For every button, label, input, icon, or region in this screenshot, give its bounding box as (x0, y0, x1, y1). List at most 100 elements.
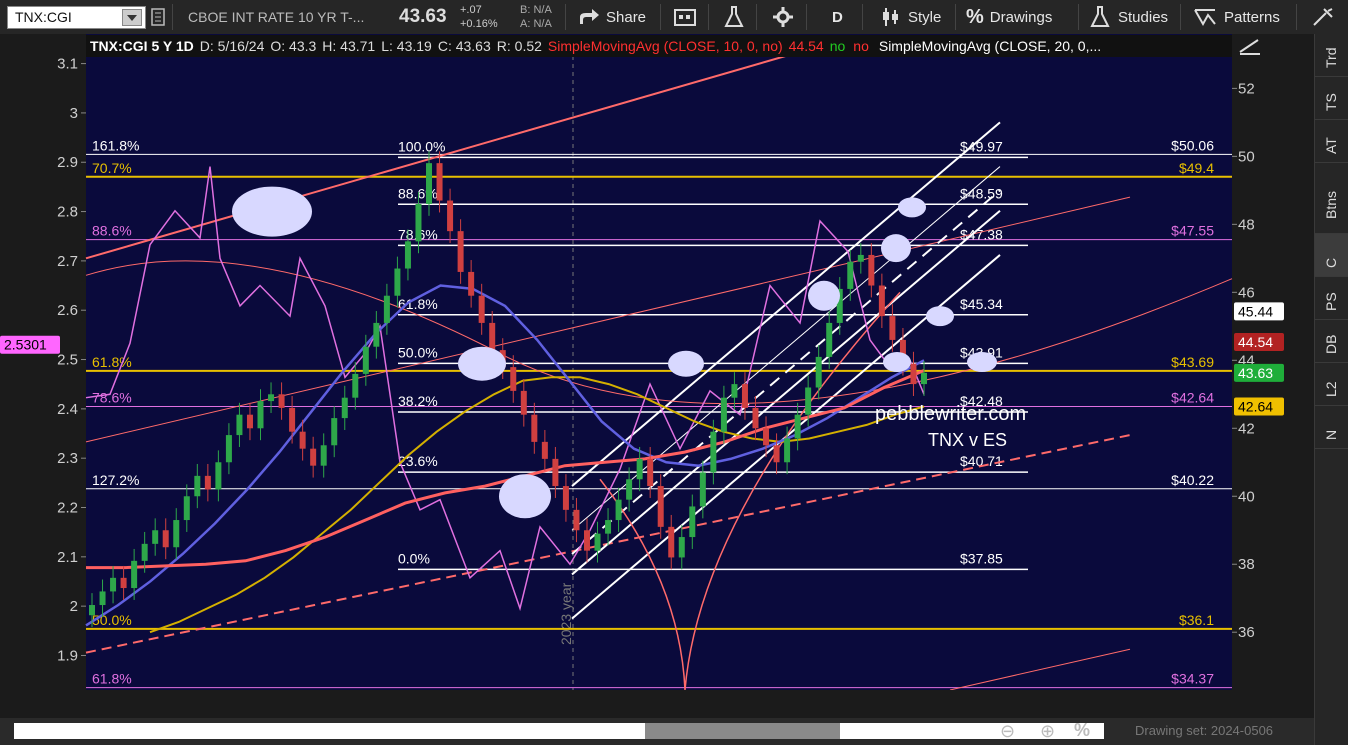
right-axis-tick-label: 50 (1238, 148, 1255, 165)
left-axis-tick-label: 2.4 (57, 401, 78, 418)
candle-body (320, 445, 327, 466)
price-tag-label: 43.63 (1238, 365, 1273, 381)
candle-body (436, 163, 443, 201)
side-btn-label: N (1323, 429, 1339, 440)
percent-zoom-icon[interactable]: % (1074, 720, 1090, 741)
candle-body (689, 506, 696, 538)
left-axis-tick-label: 2.1 (57, 549, 78, 566)
candle-body (225, 435, 232, 463)
side-btn-l2[interactable]: L2 (1315, 363, 1348, 406)
fib-extension-price: $43.69 (1171, 354, 1214, 370)
candle-body (383, 295, 390, 323)
side-btn-label: PS (1323, 292, 1339, 311)
left-axis-tick-label: 1.9 (57, 647, 78, 664)
candle-body (773, 445, 780, 463)
side-btn-n[interactable]: N (1315, 406, 1348, 449)
scroll-track[interactable] (14, 723, 1104, 739)
sma10-value: 44.54 (788, 38, 824, 54)
candle-body (815, 356, 822, 388)
candle-body (204, 475, 211, 490)
year-marker-label: 2023 year (558, 582, 574, 645)
candle-body (373, 322, 380, 347)
price-tag-label: 45.44 (1238, 303, 1273, 319)
left-axis-tick-label: 2 (70, 598, 78, 615)
candle-body (857, 254, 864, 262)
side-btn-ps[interactable]: PS (1315, 277, 1348, 320)
candle-body (331, 418, 338, 446)
candle-body (457, 231, 464, 272)
zoom-in-icon[interactable]: ⊕ (1040, 721, 1055, 742)
candle-body (489, 322, 496, 351)
candle-body (257, 401, 264, 429)
candle-body (583, 530, 590, 551)
left-price-tag-label: 2.5301 (4, 337, 47, 353)
candle-body (668, 526, 675, 558)
candle-body (531, 414, 538, 442)
tools-icon[interactable] (1312, 0, 1334, 34)
highlight-bubble (926, 306, 954, 327)
candle-body (889, 316, 896, 340)
side-btn-c[interactable]: C (1315, 234, 1348, 277)
highlight-bubble (499, 474, 551, 519)
highlight-bubble (881, 234, 911, 263)
side-btn-trd[interactable]: Trd (1315, 34, 1348, 77)
fib-extension-price: $47.55 (1171, 223, 1214, 239)
side-btn-label: AT (1323, 137, 1339, 154)
header-date: D: 5/16/24 (199, 38, 265, 54)
drawing-set-label: Drawing set: 2024-0506 (1135, 723, 1274, 738)
sma20-label[interactable]: SimpleMovingAvg (CLOSE, 20, 0,... (879, 38, 1101, 54)
left-axis-tick-label: 2.7 (57, 253, 78, 270)
right-axis-tick-label: 48 (1238, 216, 1255, 233)
candle-body (573, 509, 580, 531)
annotation-tnx-es: TNX v ES (928, 430, 1007, 450)
side-btn-label: Trd (1323, 47, 1339, 68)
highlight-bubble (668, 350, 704, 377)
zoom-out-icon[interactable]: ⊖ (1000, 721, 1015, 742)
fib-extension-label: 61.8% (92, 354, 132, 370)
header-close: C: 43.63 (437, 38, 491, 54)
fib-extension-price: $42.64 (1171, 390, 1214, 406)
candle-body (152, 530, 159, 544)
candle-body (699, 472, 706, 507)
candle-body (615, 499, 622, 521)
fib-extension-label: 50.0% (92, 612, 132, 628)
left-axis-tick-label: 2.3 (57, 450, 78, 467)
candle-body (910, 363, 917, 385)
scroll-thumb[interactable] (645, 723, 840, 739)
candle-body (784, 438, 791, 463)
side-btn-at[interactable]: AT (1315, 120, 1348, 163)
candle-body (678, 537, 685, 558)
candle-body (310, 448, 317, 466)
candle-body (794, 414, 801, 439)
candle-body (752, 407, 759, 429)
side-btn-label: Btns (1323, 190, 1339, 219)
candle-body (131, 560, 138, 589)
chart-header: TNX:CGI 5 Y 1D D: 5/16/24 O: 43.3 H: 43.… (86, 35, 1232, 57)
right-axis-tick-label: 46 (1238, 284, 1255, 301)
candle-body (541, 441, 548, 459)
collapse-icon[interactable] (1239, 39, 1260, 55)
right-axis-tick-label: 42 (1238, 420, 1255, 437)
candle-body (763, 428, 770, 446)
flag-no-1: no (829, 38, 846, 54)
side-btn-db[interactable]: DB (1315, 320, 1348, 363)
candle-body (268, 394, 275, 402)
highlight-bubble (808, 280, 840, 311)
side-btn-ts[interactable]: TS (1315, 77, 1348, 120)
candle-body (847, 261, 854, 289)
candle-body (647, 458, 654, 487)
chart-canvas[interactable]: 3638404244464850521.922.12.22.32.42.52.6… (0, 0, 1314, 690)
time-scrollbar[interactable]: ⊖ ⊕ % Drawing set: 2024-0506 (0, 718, 1314, 745)
candle-body (478, 295, 485, 323)
fib-retracement-label: 23.6% (398, 453, 438, 469)
candle-body (447, 200, 454, 232)
candle-body (826, 322, 833, 357)
candle-body (110, 577, 117, 592)
sma10-label[interactable]: SimpleMovingAvg (CLOSE, 10, 0, no) (548, 38, 783, 54)
highlight-bubble (232, 186, 312, 237)
candle-body (868, 254, 875, 286)
left-axis-tick-label: 2.2 (57, 500, 78, 517)
collapse-icon-stroke (1239, 39, 1259, 53)
side-btn-btns[interactable]: Btns (1315, 163, 1348, 234)
candle-body (99, 591, 106, 606)
